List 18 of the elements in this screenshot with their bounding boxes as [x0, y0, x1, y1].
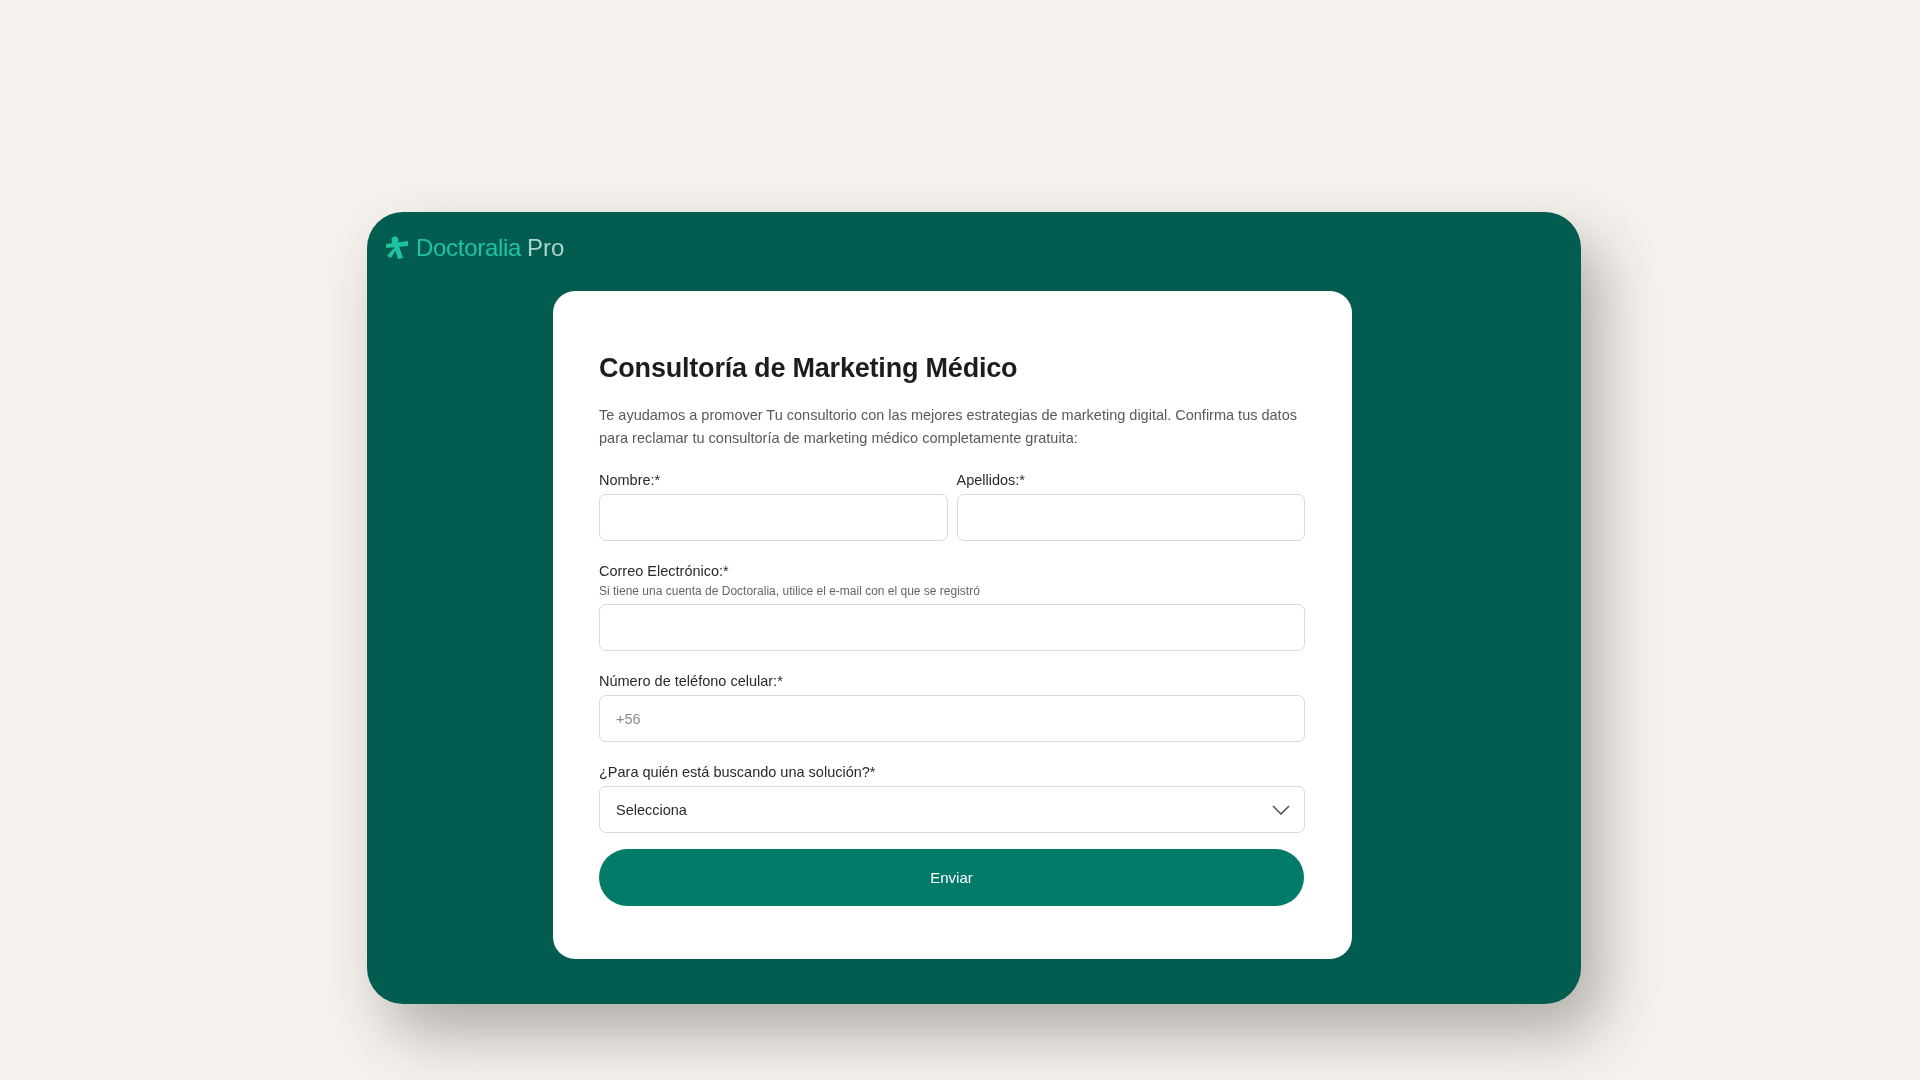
form-description: Te ayudamos a promover Tu consultorio con las mejores estrategias de marketing digital. Confirma tus datos para reclamar tu consultoría de marketing médico completamente gratuita: — [599, 406, 1298, 448]
input-field[interactable] — [956, 494, 1305, 541]
input-field[interactable]: +56 — [599, 695, 1305, 742]
input-field[interactable] — [599, 494, 948, 541]
field-label: Nombre:* — [599, 472, 662, 488]
chevron-down-icon — [1272, 804, 1290, 815]
logo-text: Doctoralia — [416, 233, 522, 262]
logo-icon — [384, 234, 410, 261]
input-field[interactable] — [599, 604, 1305, 651]
logo-suffix: Pro — [527, 233, 565, 262]
select-field[interactable]: Selecciona — [599, 786, 1305, 833]
form-title: Consultoría de Marketing Médico — [599, 353, 1019, 384]
field-label: Número de teléfono celular:* — [599, 673, 784, 689]
field-label: Correo Electrónico:* — [599, 563, 730, 579]
field-label: Apellidos:* — [956, 472, 1026, 488]
field-label: ¿Para quién está buscando una solución?* — [599, 764, 877, 780]
field-hint: Si tiene una cuenta de Doctoralia, utilice el e-mail con el que se registró — [599, 584, 981, 598]
submit-button[interactable]: Enviar — [599, 849, 1304, 906]
